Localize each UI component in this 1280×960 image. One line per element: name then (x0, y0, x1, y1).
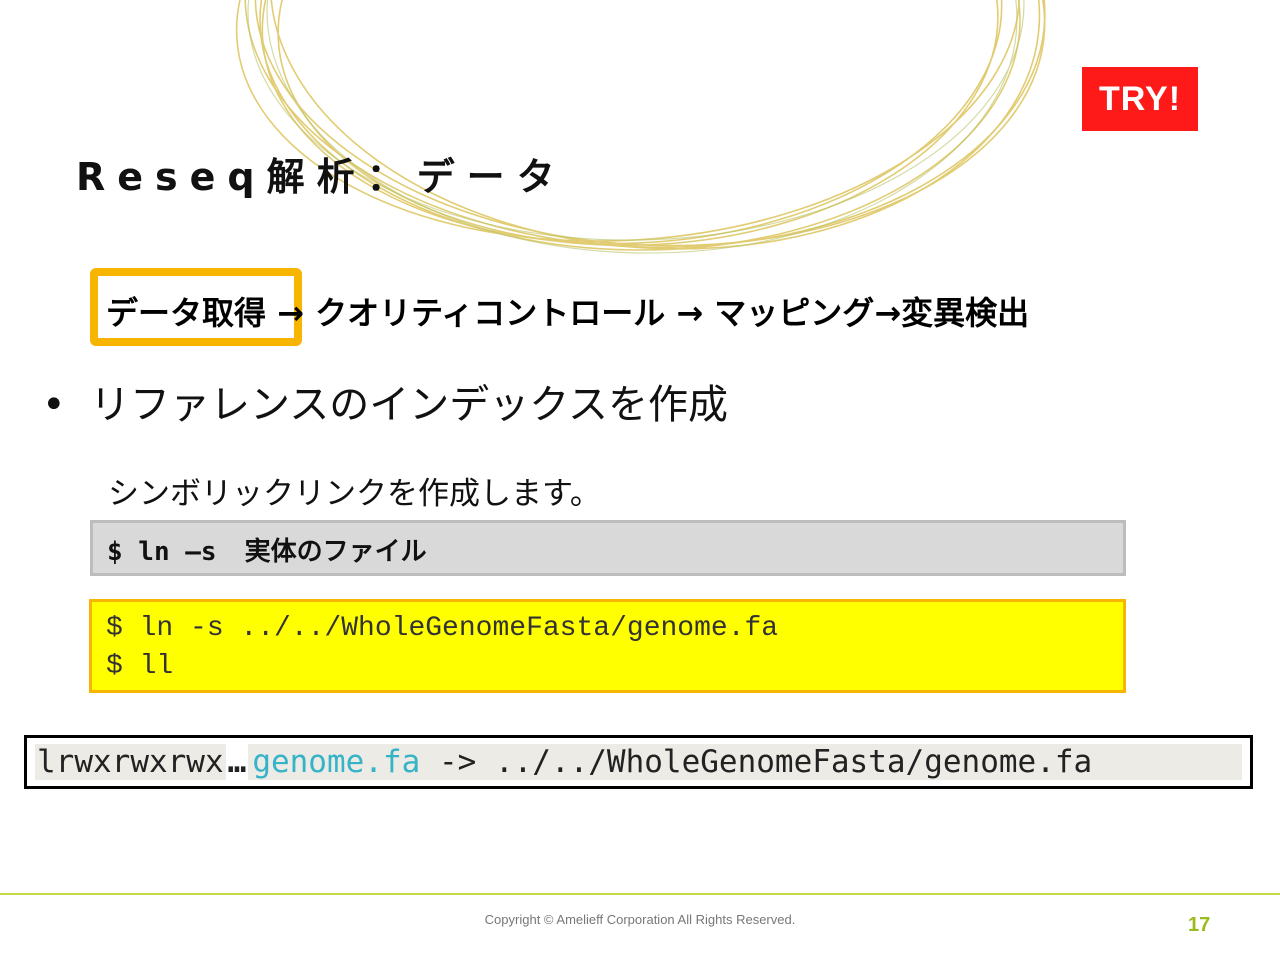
bullet-item: • リファレンスのインデックスを作成 (42, 372, 728, 430)
symlink-arrow: -> (420, 744, 495, 780)
footer-divider (0, 893, 1280, 895)
workflow-steps: データ取得 → クオリティコントロール → マッピング→変異検出 (106, 288, 1029, 334)
symlink-target: ../../WholeGenomeFasta/genome.fa (494, 744, 1093, 780)
step-data-acquisition: データ取得 (106, 294, 267, 332)
arrow-icon: → (266, 294, 316, 332)
symlink-entry: genome.fa -> ../../WholeGenomeFasta/geno… (248, 744, 1242, 780)
file-permissions: lrwxrwxrwx (35, 744, 226, 780)
bullet-marker: • (42, 382, 66, 428)
syntax-command: $ ln –s (107, 537, 217, 567)
instruction-text: シンボリックリンクを作成します。 (108, 476, 601, 512)
page-title: Reseq解析：データ (76, 155, 567, 199)
page-number: 17 (1188, 914, 1211, 936)
ellipsis: … (227, 744, 247, 780)
syntax-argument: 実体のファイル (244, 537, 427, 567)
arrow-icon: → (874, 294, 902, 332)
command-syntax-box: $ ln –s 実体のファイル (90, 520, 1126, 576)
command-line: $ ll (106, 651, 174, 682)
copyright-text: Copyright © Amelieff Corporation All Rig… (484, 912, 796, 927)
step-variant-calling: 変異検出 (901, 294, 1030, 332)
command-example-box: $ ln -s ../../WholeGenomeFasta/genome.fa… (89, 599, 1126, 693)
step-quality-control: クオリティコントロール (315, 294, 666, 332)
try-badge: TRY! (1082, 67, 1198, 131)
terminal-output: lrwxrwxrwx… genome.fa -> ../../WholeGenom… (24, 735, 1253, 789)
bullet-text: リファレンスのインデックスを作成 (90, 382, 728, 428)
symlink-name: genome.fa (252, 744, 421, 780)
command-line: $ ln -s ../../WholeGenomeFasta/genome.fa (106, 613, 779, 644)
step-mapping: マッピング (714, 294, 875, 332)
arrow-icon: → (665, 294, 715, 332)
